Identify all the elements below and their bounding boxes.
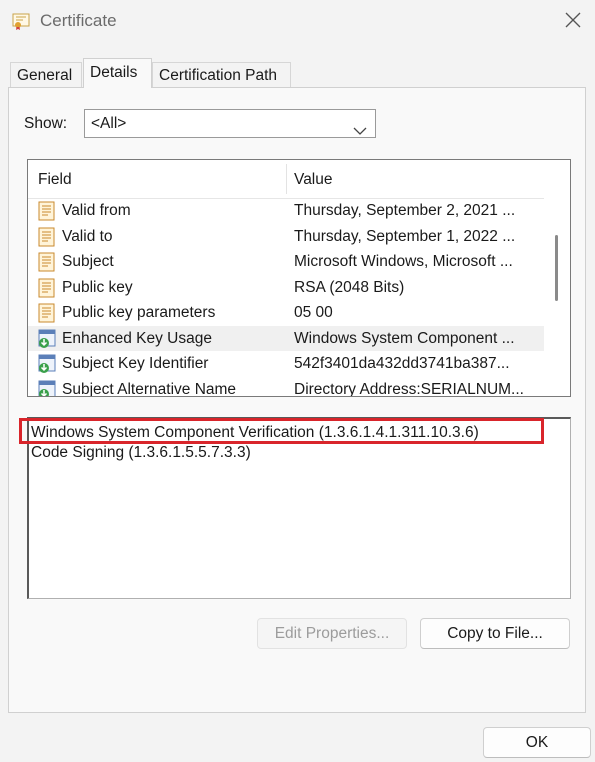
extension-icon bbox=[37, 354, 57, 374]
row-field-value: Thursday, September 2, 2021 ... bbox=[294, 202, 516, 219]
edit-properties-button[interactable]: Edit Properties... bbox=[257, 618, 407, 649]
certificate-icon bbox=[12, 12, 30, 30]
tab-bar: General Details Certification Path bbox=[8, 58, 588, 88]
vertical-scrollbar[interactable] bbox=[544, 160, 570, 396]
table-row[interactable]: Public key RSA (2048 Bits) bbox=[28, 275, 544, 301]
row-field-name: Subject bbox=[62, 253, 114, 270]
row-field-value: RSA (2048 Bits) bbox=[294, 278, 405, 296]
tab-certification-path[interactable]: Certification Path bbox=[152, 62, 291, 87]
close-button[interactable] bbox=[557, 6, 589, 38]
extension-icon bbox=[37, 329, 57, 349]
table-row[interactable]: Subject Alternative Name Directory Addres… bbox=[28, 377, 544, 397]
scrollbar-thumb[interactable] bbox=[555, 235, 558, 301]
tab-details[interactable]: Details bbox=[83, 58, 152, 88]
row-field-value: 542f3401da432dd3741ba387... bbox=[294, 355, 510, 372]
certificate-field-icon bbox=[37, 303, 57, 323]
close-icon bbox=[565, 12, 581, 33]
row-field-name: Valid from bbox=[62, 202, 131, 219]
show-dropdown[interactable]: <All> bbox=[84, 109, 376, 138]
field-list[interactable]: Field Value Valid from Thursday, Septembe… bbox=[27, 159, 571, 397]
field-detail-box[interactable]: Windows System Component Verification (1… bbox=[27, 417, 571, 599]
ok-button[interactable]: OK bbox=[483, 727, 591, 758]
row-field-name: Public key parameters bbox=[62, 304, 216, 321]
row-field-value: Thursday, September 1, 2022 ... bbox=[294, 227, 516, 245]
row-field-name: Enhanced Key Usage bbox=[62, 329, 212, 347]
certificate-field-icon bbox=[37, 201, 57, 221]
title-bar: Certificate bbox=[0, 0, 595, 44]
row-field-name: Valid to bbox=[62, 227, 113, 245]
table-row[interactable]: Valid from Thursday, September 2, 2021 ..… bbox=[28, 198, 544, 224]
row-field-value: Windows System Component ... bbox=[294, 329, 515, 347]
row-field-value: Directory Address:SERIALNUM... bbox=[294, 380, 524, 397]
row-field-value: Microsoft Windows, Microsoft ... bbox=[294, 253, 513, 270]
column-divider[interactable] bbox=[286, 164, 287, 194]
column-header-value[interactable]: Value bbox=[294, 171, 333, 189]
copy-to-file-button[interactable]: Copy to File... bbox=[420, 618, 570, 649]
window-title: Certificate bbox=[40, 11, 117, 30]
table-row[interactable]: Subject Microsoft Windows, Microsoft ... bbox=[28, 249, 544, 275]
extension-icon bbox=[37, 380, 57, 396]
show-dropdown-value: <All> bbox=[91, 115, 127, 132]
row-field-name: Subject Key Identifier bbox=[62, 355, 209, 372]
detail-line: Code Signing (1.3.6.1.5.5.7.3.3) bbox=[31, 444, 251, 461]
highlight-annotation bbox=[19, 418, 544, 444]
certificate-field-icon bbox=[37, 252, 57, 272]
row-field-value: 05 00 bbox=[294, 304, 333, 321]
certificate-field-icon bbox=[37, 227, 57, 247]
row-field-name: Subject Alternative Name bbox=[62, 380, 237, 397]
column-header-field[interactable]: Field bbox=[38, 171, 72, 189]
certificate-field-icon bbox=[37, 278, 57, 298]
tab-general[interactable]: General bbox=[10, 62, 82, 87]
table-row[interactable]: Subject Key Identifier 542f3401da432dd374… bbox=[28, 351, 544, 377]
table-row[interactable]: Valid to Thursday, September 1, 2022 ... bbox=[28, 224, 544, 250]
row-field-name: Public key bbox=[62, 278, 133, 296]
list-header: Field Value bbox=[28, 160, 544, 199]
table-row[interactable]: Public key parameters 05 00 bbox=[28, 300, 544, 326]
show-label: Show: bbox=[24, 115, 68, 132]
chevron-down-icon bbox=[353, 118, 367, 145]
list-rows: Valid from Thursday, September 2, 2021 ..… bbox=[28, 198, 544, 397]
table-row[interactable]: Enhanced Key Usage Windows System Compone… bbox=[28, 325, 544, 351]
